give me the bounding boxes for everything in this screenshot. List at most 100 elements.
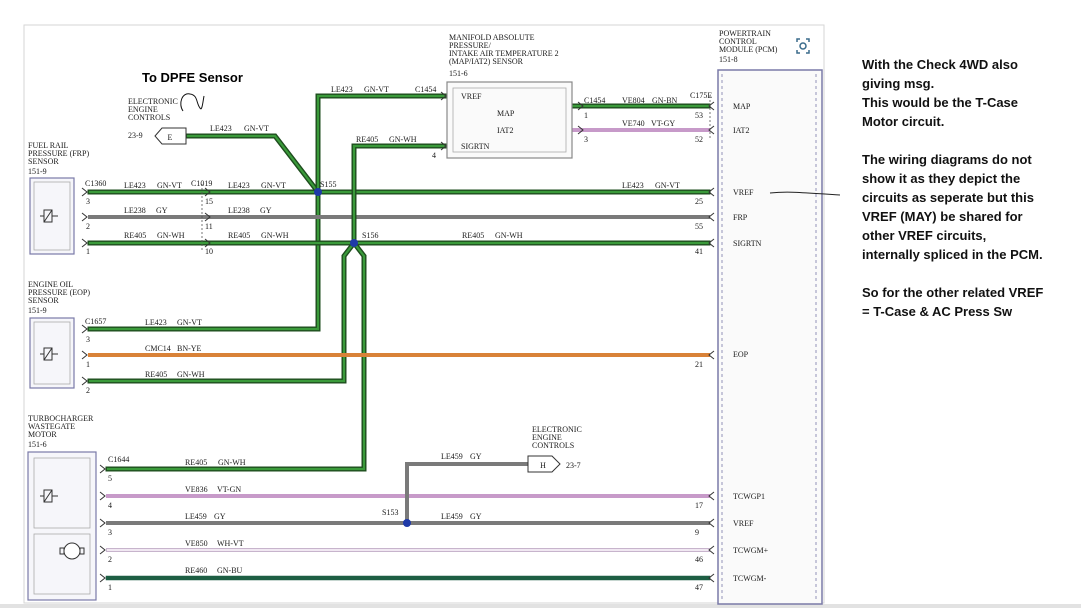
splice-s155: S155	[320, 180, 336, 189]
wire-circuit-label: LE238	[228, 206, 250, 215]
wire-circuit-label: VE850	[185, 539, 208, 548]
pin-number: 10	[205, 247, 213, 256]
pin-number: 4	[432, 151, 436, 160]
pin-number: 3	[584, 135, 588, 144]
wire-circuit-label: LE423	[145, 318, 167, 327]
pcm-pin: IAT2	[733, 126, 749, 135]
wire-color-label: GN-WH	[389, 135, 417, 144]
connector-label: C1454	[415, 85, 436, 94]
map-pin-map: MAP	[497, 109, 515, 118]
pin-number: 41	[695, 247, 703, 256]
pcm-pin: VREF	[733, 188, 754, 197]
note-line: internally spliced in the PCM.	[862, 247, 1043, 262]
pin-number: 3	[108, 528, 112, 537]
notes-panel: With the Check 4WD also giving msg. This w…	[862, 55, 1077, 321]
eec-mid-name-line: CONTROLS	[532, 441, 574, 450]
wire-color-label: GN-VT	[244, 124, 269, 133]
splice-s153: S153	[382, 508, 398, 517]
map-sensor-ref: 151-6	[449, 69, 468, 78]
pin-number: 17	[695, 501, 703, 510]
frp-sensor-ref: 151-9	[28, 167, 47, 176]
note-line: giving msg.	[862, 76, 935, 91]
note-line: circuits as seperate but this	[862, 190, 1034, 205]
connector-label: C175E	[690, 91, 712, 100]
wire-color-label: GN-WH	[177, 370, 205, 379]
wire-circuit-label: RE405	[228, 231, 250, 240]
pin-number: 5	[108, 474, 112, 483]
pin-number: 1	[86, 360, 90, 369]
pcm-pin: TCWGP1	[733, 492, 765, 501]
wire-color-label: GY	[470, 512, 482, 521]
splice-dot-s155	[314, 188, 322, 196]
wire-circuit-label: LE423	[210, 124, 232, 133]
wire-color-label: GN-WH	[218, 458, 246, 467]
wire-color-label: GN-BN	[652, 96, 678, 105]
pin-number: 4	[108, 501, 112, 510]
wire-circuit-label: VE740	[622, 119, 645, 128]
wire-color-label: GN-VT	[261, 181, 286, 190]
wire-circuit-label: RE405	[185, 458, 207, 467]
note-line: The wiring diagrams do not	[862, 152, 1032, 167]
wire-circuit-label: RE460	[185, 566, 207, 575]
frp-sensor-name-line: SENSOR	[28, 157, 59, 166]
note-spacer	[862, 131, 1077, 150]
wire-color-label: GY	[470, 452, 482, 461]
pcm-pin: TCWGM-	[733, 574, 767, 583]
map-pin-vref: VREF	[461, 92, 482, 101]
turbo-name-line: MOTOR	[28, 430, 57, 439]
note-line: = T-Case & AC Press Sw	[862, 304, 1013, 319]
wire-circuit-label: CMC14	[145, 344, 171, 353]
wire-circuit-label: RE405	[462, 231, 484, 240]
connector-label: C1454	[584, 96, 605, 105]
note-line: show it as they depict the	[862, 171, 1021, 186]
pin-number: 1	[86, 247, 90, 256]
wire-color-label: VT-GN	[217, 485, 241, 494]
wire-color-label: VT-GY	[651, 119, 675, 128]
wire-circuit-label: LE423	[228, 181, 250, 190]
splice-dot-s156	[350, 239, 358, 247]
map-pin-iat2: IAT2	[497, 126, 513, 135]
eec-mid-pin: H	[540, 461, 546, 470]
wire-color-label: GN-WH	[157, 231, 185, 240]
pcm-pin: VREF	[733, 519, 754, 528]
eop-sensor-ref: 151-9	[28, 306, 47, 315]
wire-circuit-label: VE836	[185, 485, 208, 494]
turbo-box	[27, 451, 97, 601]
pcm-pin: EOP	[733, 350, 749, 359]
wire-circuit-label: RE405	[356, 135, 378, 144]
pin-number: 15	[205, 197, 213, 206]
wire-color-label: GN-VT	[157, 181, 182, 190]
wire-circuit-label: VE804	[622, 96, 645, 105]
wire-color-label: WH-VT	[217, 539, 244, 548]
pin-number: 1	[584, 111, 588, 120]
pcm-name-line: MODULE (PCM)	[719, 45, 778, 54]
wire-circuit-label: RE405	[124, 231, 146, 240]
note-line: VREF (MAY) be shared for	[862, 209, 1023, 224]
wire-circuit-label: RE405	[145, 370, 167, 379]
pin-number: 47	[695, 583, 703, 592]
wire-circuit-label: LE459	[185, 512, 207, 521]
pin-number: 3	[86, 335, 90, 344]
eec-mid-ref: 23-7	[566, 461, 581, 470]
pcm-ref: 151-8	[719, 55, 738, 64]
connector-label: C1019	[191, 179, 212, 188]
wire-color-label: GY	[214, 512, 226, 521]
map-sensor-name-line: (MAP/IAT2) SENSOR	[449, 57, 524, 66]
wire-color-label: GN-WH	[261, 231, 289, 240]
eec-top-name-line: CONTROLS	[128, 113, 170, 122]
wire-circuit-label: LE423	[124, 181, 146, 190]
wire-color-label: GN-VT	[177, 318, 202, 327]
pin-number: 55	[695, 222, 703, 231]
pin-number: 52	[695, 135, 703, 144]
wire-color-label: BN-YE	[177, 344, 202, 353]
pin-number: 1	[108, 583, 112, 592]
note-line: other VREF circuits,	[862, 228, 987, 243]
wire-color-label: GN-WH	[495, 231, 523, 240]
note-line: With the Check 4WD also	[862, 57, 1018, 72]
eec-top-pin: E	[168, 133, 173, 142]
note-line: This would be the T-Case	[862, 95, 1019, 110]
wire-color-label: GY	[260, 206, 272, 215]
wire-color-label: GN-VT	[364, 85, 389, 94]
pin-number: 2	[86, 222, 90, 231]
wire-color-label: GN-BU	[217, 566, 243, 575]
